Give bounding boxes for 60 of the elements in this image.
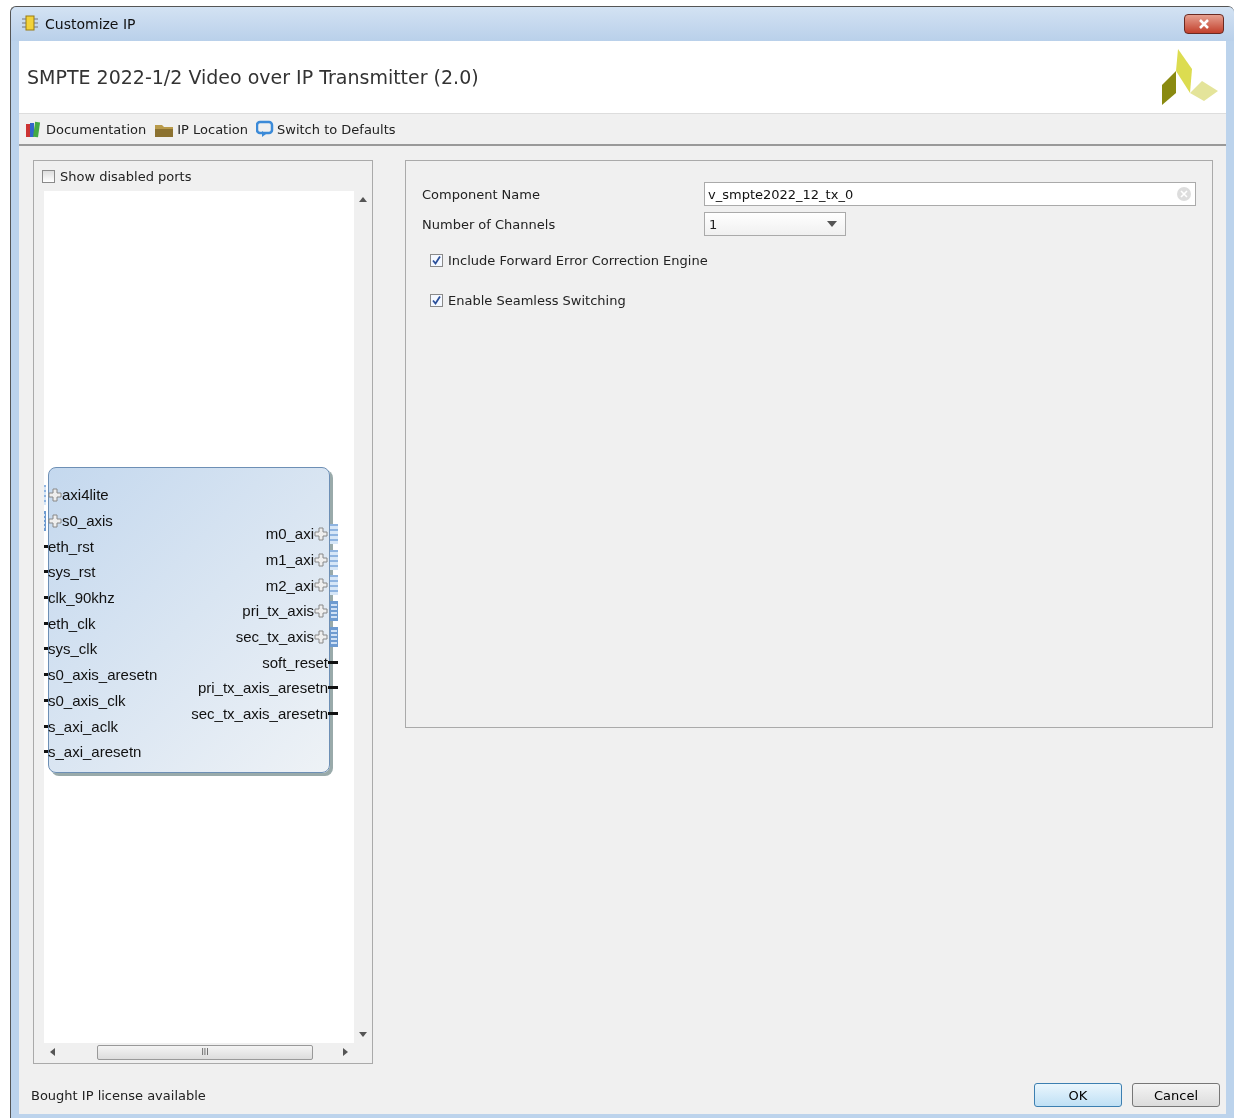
clear-icon[interactable]: [1176, 186, 1192, 202]
bus-connector: [330, 575, 338, 596]
port-name: m2_axi: [265, 576, 314, 594]
bus-connector: [330, 549, 338, 570]
port-name: clk_90khz: [48, 589, 115, 607]
port-name: pri_tx_axis_aresetn: [197, 679, 328, 697]
checkbox-label: Show disabled ports: [60, 168, 192, 184]
plus-icon[interactable]: [314, 629, 328, 644]
port-name: eth_rst: [48, 537, 94, 555]
scroll-thumb[interactable]: III: [97, 1044, 313, 1060]
channels-dropdown[interactable]: 1: [704, 212, 846, 236]
port-name: s_axi_aclk: [48, 717, 119, 735]
port-name: axi4lite: [62, 486, 109, 504]
close-button[interactable]: [1184, 14, 1224, 34]
ip-title: SMPTE 2022-1/2 Video over IP Transmitter (2.0): [27, 66, 479, 88]
port-name: sys_clk: [48, 640, 98, 658]
port-pin: [328, 660, 338, 664]
bus-connector: [330, 600, 338, 621]
port-name: sys_rst: [48, 563, 96, 581]
port-name: eth_clk: [48, 614, 96, 632]
chip-icon: [21, 15, 39, 33]
bus-connector: [330, 626, 338, 647]
port-name: s_axi_aresetn: [48, 743, 142, 761]
port-name: m1_axi: [265, 551, 314, 569]
plus-icon[interactable]: [48, 513, 62, 528]
port-name: pri_tx_axis: [242, 602, 314, 620]
plus-icon[interactable]: [314, 578, 328, 593]
port-name: sec_tx_axis: [235, 628, 314, 646]
port-pin: [328, 686, 338, 690]
plus-icon[interactable]: [314, 552, 328, 567]
port-name: sec_tx_axis_aresetn: [191, 705, 328, 723]
port-name: s0_axis_aresetn: [48, 666, 158, 684]
port-pin: [328, 712, 338, 716]
port-name: m0_axi: [265, 525, 314, 543]
toolbar-button[interactable]: Switch to Defaults: [254, 120, 398, 138]
field-label: Number of Channels: [422, 216, 557, 232]
plus-icon[interactable]: [314, 603, 328, 618]
component-name-field[interactable]: v_smpte2022_12_tx_0: [704, 182, 1196, 206]
dropdown-caret-icon: [827, 221, 837, 227]
checkbox-label: Include Forward Error Correction Engine: [448, 252, 708, 268]
port-name: s0_axis: [62, 512, 113, 530]
checkbox[interactable]: [430, 293, 443, 307]
plus-icon[interactable]: [314, 526, 328, 541]
port-name: s0_axis_clk: [48, 691, 126, 709]
toolbar-button[interactable]: Documentation: [23, 120, 149, 138]
license-status: Bought IP license available: [31, 1087, 206, 1103]
dialog-button[interactable]: OK: [1034, 1083, 1122, 1107]
bus-connector: [330, 523, 338, 544]
close-icon: [1197, 19, 1211, 29]
plus-icon[interactable]: [48, 487, 62, 502]
window-title: Customize IP: [45, 16, 137, 32]
checkbox[interactable]: [430, 253, 443, 267]
field-label: Component Name: [422, 186, 541, 202]
checkbox[interactable]: [42, 169, 55, 183]
books-icon: [25, 120, 43, 138]
port-name: soft_reset: [262, 653, 328, 671]
toolbar-button[interactable]: IP Location: [152, 120, 250, 138]
checkbox-label: Enable Seamless Switching: [448, 292, 626, 308]
logo-icon: [1160, 47, 1220, 107]
dialog-button[interactable]: Cancel: [1132, 1083, 1220, 1107]
